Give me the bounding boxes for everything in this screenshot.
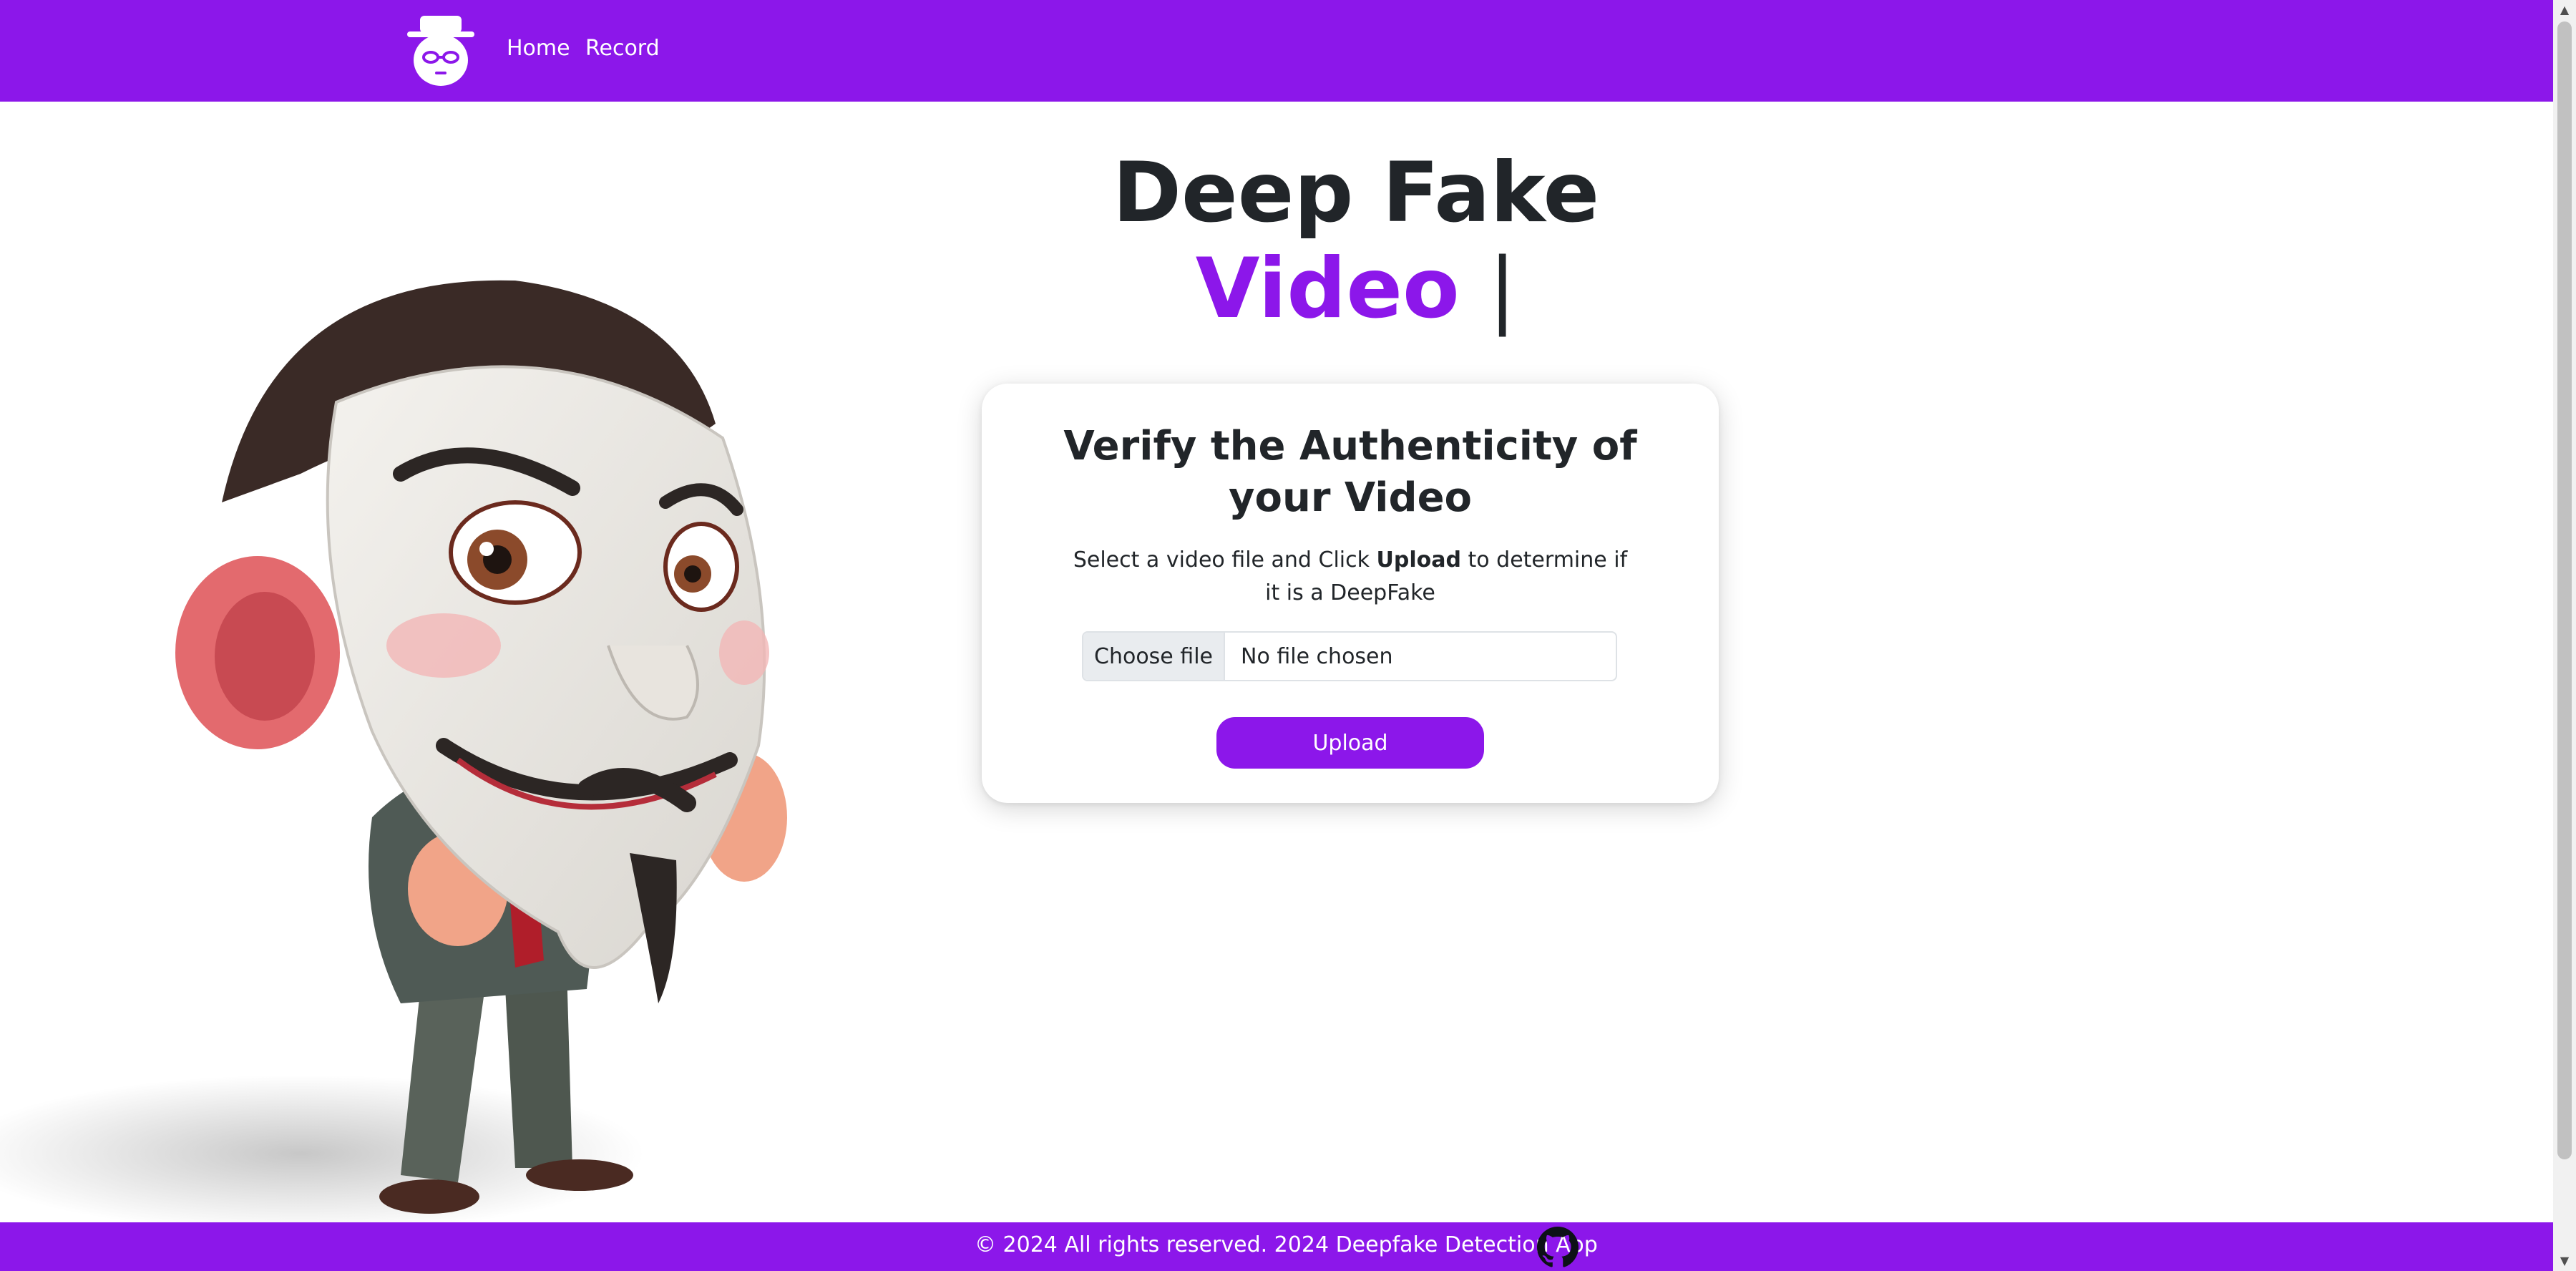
navbar: Home Record	[0, 0, 2553, 102]
file-status-text: No file chosen	[1241, 643, 1393, 669]
desc-bold-upload: Upload	[1376, 547, 1461, 573]
footer-copyright: © 2024 All rights reserved. 2024 Deepfak…	[975, 1232, 1598, 1257]
card-title: Verify the Authenticity of your Video	[1063, 423, 1637, 521]
scroll-down-icon[interactable]: ▼	[2553, 1251, 2576, 1271]
upload-card: Verify the Authenticity of your Video Se…	[982, 384, 1719, 803]
video-file-input[interactable]: Choose file No file chosen	[1082, 631, 1617, 681]
scroll-up-icon[interactable]: ▲	[2553, 0, 2576, 20]
hero-title-line1: Deep Fake	[1112, 145, 1600, 241]
choose-file-button[interactable]: Choose file	[1083, 633, 1225, 680]
hero-title-word: Video	[1195, 240, 1460, 337]
page-scrollbar[interactable]: ▲ ▼	[2553, 0, 2576, 1271]
scroll-thumb[interactable]	[2557, 21, 2572, 1159]
spy-logo-icon[interactable]	[406, 14, 476, 87]
nav-home-link[interactable]: Home	[507, 36, 570, 61]
nav-record-link[interactable]: Record	[585, 36, 660, 61]
footer: © 2024 All rights reserved. 2024 Deepfak…	[0, 1222, 2553, 1271]
hero-title-line2: Video |	[716, 239, 1996, 339]
typing-cursor: |	[1488, 240, 1517, 337]
card-description: Select a video file and Click Upload to …	[1068, 544, 1633, 610]
github-icon[interactable]	[1537, 1227, 1579, 1268]
desc-text-before: Select a video file and Click	[1073, 547, 1377, 573]
upload-button[interactable]: Upload	[1216, 717, 1484, 769]
